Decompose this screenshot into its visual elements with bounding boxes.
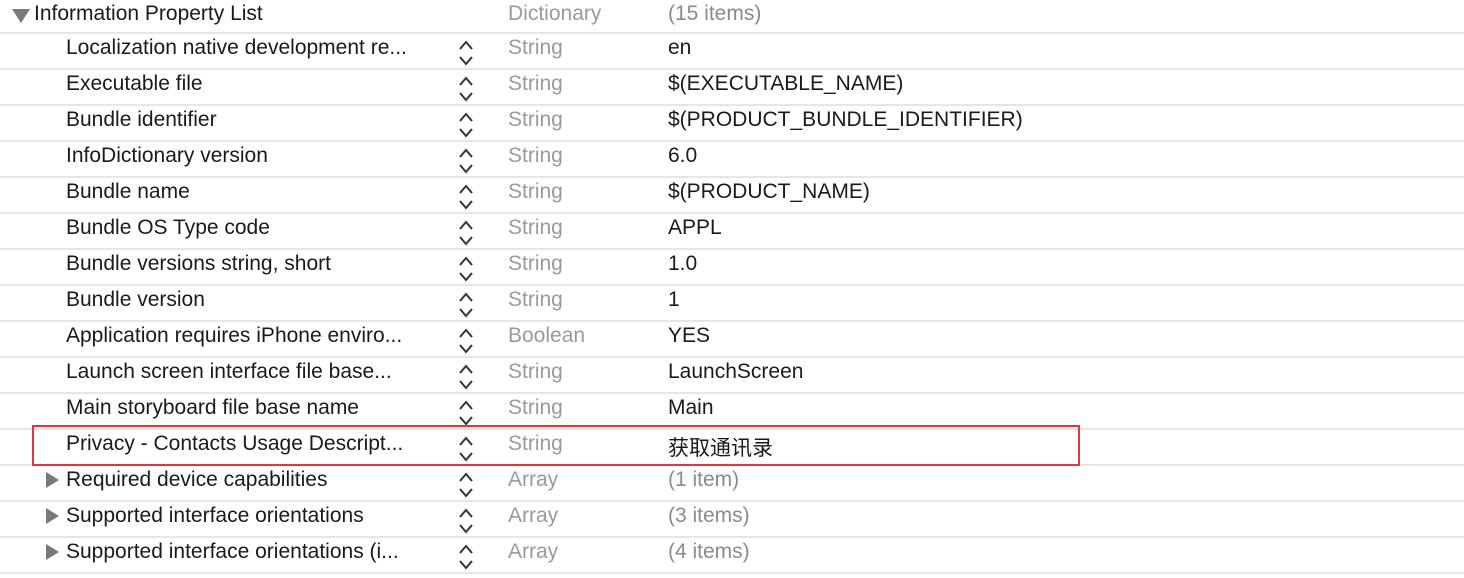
key-stepper-icon[interactable] [457,38,475,68]
row-key[interactable]: Launch screen interface file base... [66,360,451,384]
root-type: Dictionary [508,2,602,25]
disclosure-collapsed-icon[interactable] [46,544,59,560]
key-stepper-icon[interactable] [457,326,475,356]
row-value[interactable]: $(PRODUCT_NAME) [668,180,870,204]
row-value[interactable]: (1 item) [668,468,739,492]
table-row[interactable]: Required device capabilities Array (1 item… [0,466,1464,502]
table-row[interactable]: InfoDictionary version String 6.0 [0,142,1464,178]
row-type[interactable]: String [508,108,563,132]
row-key[interactable]: Bundle OS Type code [66,216,451,240]
row-key[interactable]: Supported interface orientations [66,504,451,528]
table-row[interactable]: Supported interface orientations (i... Ar… [0,538,1464,574]
row-key[interactable]: Executable file [66,72,451,96]
row-value[interactable]: 6.0 [668,144,697,168]
row-type[interactable]: String [508,360,563,384]
row-key[interactable]: Supported interface orientations (i... [66,540,451,564]
key-stepper-icon[interactable] [457,254,475,284]
disclosure-collapsed-icon[interactable] [46,508,59,524]
row-value[interactable]: 1.0 [668,252,697,276]
row-type[interactable]: String [508,396,563,420]
row-type[interactable]: String [508,288,563,312]
root-value: (15 items) [668,2,762,25]
row-value[interactable]: $(PRODUCT_BUNDLE_IDENTIFIER) [668,108,1023,132]
row-value[interactable]: YES [668,324,710,348]
key-stepper-icon[interactable] [457,146,475,176]
key-stepper-icon[interactable] [457,182,475,212]
row-key[interactable]: Main storyboard file base name [66,396,451,420]
row-type[interactable]: String [508,144,563,168]
row-value[interactable]: en [668,36,691,60]
table-row[interactable]: Bundle versions string, short String 1.0 [0,250,1464,286]
row-key[interactable]: Bundle version [66,288,451,312]
row-value[interactable]: (3 items) [668,504,750,528]
table-row[interactable]: Bundle version String 1 [0,286,1464,322]
row-type[interactable]: String [508,216,563,240]
root-row[interactable]: Information Property List Dictionary (15… [0,0,1464,34]
table-row[interactable]: Supported interface orientations Array (3 … [0,502,1464,538]
table-row[interactable]: Bundle OS Type code String APPL [0,214,1464,250]
row-value[interactable]: (4 items) [668,540,750,564]
row-value[interactable]: Main [668,396,714,420]
key-stepper-icon[interactable] [457,506,475,536]
row-type[interactable]: String [508,36,563,60]
key-stepper-icon[interactable] [457,398,475,428]
row-value[interactable]: $(EXECUTABLE_NAME) [668,72,903,96]
row-type[interactable]: Array [508,540,558,564]
disclosure-expanded-icon[interactable] [12,9,30,23]
row-key[interactable]: Required device capabilities [66,468,451,492]
row-value[interactable]: APPL [668,216,722,240]
table-row[interactable]: Launch screen interface file base... Stri… [0,358,1464,394]
row-type[interactable]: String [508,72,563,96]
key-stepper-icon[interactable] [457,470,475,500]
key-stepper-icon[interactable] [457,542,475,572]
row-key[interactable]: Bundle name [66,180,451,204]
key-stepper-icon[interactable] [457,110,475,140]
key-stepper-icon[interactable] [457,290,475,320]
table-row[interactable]: Bundle name String $(PRODUCT_NAME) [0,178,1464,214]
row-key[interactable]: Bundle identifier [66,108,451,132]
key-stepper-icon[interactable] [457,362,475,392]
table-row[interactable]: Bundle identifier String $(PRODUCT_BUNDLE_… [0,106,1464,142]
row-type[interactable]: Array [508,468,558,492]
table-row[interactable]: Executable file String $(EXECUTABLE_NAME) [0,70,1464,106]
table-row[interactable]: Localization native development re... Str… [0,34,1464,70]
table-row[interactable]: Application requires iPhone enviro... Boo… [0,322,1464,358]
row-type[interactable]: String [508,180,563,204]
key-stepper-icon[interactable] [457,74,475,104]
key-stepper-icon[interactable] [457,218,475,248]
row-key[interactable]: Application requires iPhone enviro... [66,324,451,348]
highlight-box [32,425,1080,466]
row-type[interactable]: Boolean [508,324,585,348]
row-key[interactable]: Bundle versions string, short [66,252,451,276]
row-key[interactable]: Localization native development re... [66,36,451,60]
row-type[interactable]: String [508,252,563,276]
row-value[interactable]: LaunchScreen [668,360,803,384]
row-value[interactable]: 1 [668,288,680,312]
row-key[interactable]: InfoDictionary version [66,144,451,168]
disclosure-collapsed-icon[interactable] [46,472,59,488]
root-key: Information Property List [34,2,263,25]
row-type[interactable]: Array [508,504,558,528]
